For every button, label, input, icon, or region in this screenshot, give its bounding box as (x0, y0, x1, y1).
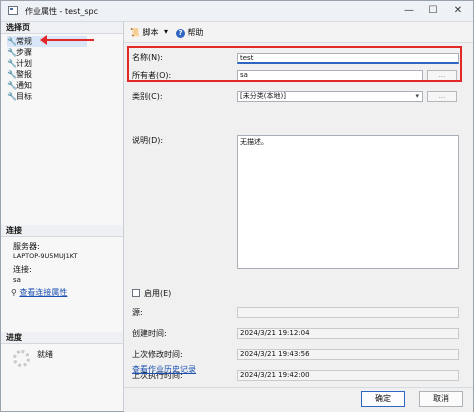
server-value: LAPTOP-9U5MUJ1KT (13, 252, 78, 260)
connection-properties-icon: ⚲ (11, 288, 17, 297)
script-dropdown-arrow[interactable]: ▾ (164, 27, 168, 36)
job-properties-window: 作业属性 - test_spc — ☐ ✕ 选择页 🔧常规 🔧步骤 🔧计划 🔧警… (0, 0, 474, 412)
progress-status: 就绪 (37, 350, 53, 359)
window-app-icon (8, 6, 18, 15)
wrench-icon: 🔧 (7, 70, 17, 79)
wrench-icon: 🔧 (7, 59, 17, 68)
script-button[interactable]: 📜 脚本 (130, 27, 159, 38)
wrench-icon: 🔧 (7, 92, 17, 101)
source-label: 源: (132, 308, 143, 317)
connection-header: 连接 (1, 225, 123, 237)
modified-value: 2024/3/21 19:43:56 (237, 349, 459, 360)
close-button[interactable]: ✕ (447, 3, 469, 19)
source-field (237, 307, 459, 318)
left-panel: 选择页 🔧常规 🔧步骤 🔧计划 🔧警报 🔧通知 🔧目标 连接 服务器: LAPT… (1, 22, 124, 411)
chevron-down-icon: ▾ (415, 92, 419, 100)
page-item-general[interactable]: 🔧常规 (7, 36, 87, 47)
window-title: 作业属性 - test_spc (25, 7, 98, 16)
wrench-icon: 🔧 (7, 37, 17, 46)
page-item-schedules[interactable]: 🔧计划 (7, 58, 32, 69)
wrench-icon: 🔧 (7, 81, 17, 90)
category-select[interactable]: [未分类(本地)] ▾ (237, 91, 423, 102)
cancel-button[interactable]: 取消 (419, 391, 463, 407)
connection-label: 连接: (13, 265, 32, 274)
description-textarea[interactable]: 无描述。 (237, 135, 459, 269)
toolbar: 📜 脚本 ▾ ? 帮助 (124, 22, 473, 43)
help-icon: ? (176, 29, 185, 38)
created-label: 创建时间: (132, 329, 167, 338)
page-item-alerts[interactable]: 🔧警报 (7, 69, 32, 80)
wrench-icon: 🔧 (7, 48, 17, 57)
help-button[interactable]: ? 帮助 (176, 27, 204, 38)
created-value: 2024/3/21 19:12:04 (237, 328, 459, 339)
category-label: 类别(C): (132, 92, 163, 101)
description-label: 说明(D): (132, 136, 164, 145)
minimize-button[interactable]: — (398, 3, 420, 19)
view-job-history-link[interactable]: 查看作业历史记录 (132, 364, 196, 375)
script-icon: 📜 (130, 28, 140, 37)
page-item-targets[interactable]: 🔧目标 (7, 91, 32, 102)
connection-value: sa (13, 276, 21, 284)
select-page-header: 选择页 (1, 22, 123, 34)
progress-spinner-icon (13, 350, 30, 367)
title-bar[interactable]: 作业属性 - test_spc — ☐ ✕ (1, 1, 473, 22)
progress-header: 进度 (1, 332, 123, 344)
page-item-notifications[interactable]: 🔧通知 (7, 80, 32, 91)
category-browse-button[interactable]: ... (427, 91, 457, 102)
ok-button[interactable]: 确定 (361, 391, 405, 407)
enabled-label: 启用(E) (144, 289, 172, 298)
red-highlight-box (127, 46, 462, 82)
view-connection-properties-link[interactable]: ⚲ 查看连接属性 (11, 288, 67, 298)
page-item-steps[interactable]: 🔧步骤 (7, 47, 32, 58)
modified-label: 上次修改时间: (132, 350, 183, 359)
dialog-buttons-bar: 确定 取消 (124, 387, 473, 412)
enabled-checkbox[interactable] (132, 289, 140, 297)
maximize-button[interactable]: ☐ (422, 3, 444, 19)
red-annotation-arrow (40, 35, 94, 45)
executed-value: 2024/3/21 19:42:00 (237, 370, 459, 381)
